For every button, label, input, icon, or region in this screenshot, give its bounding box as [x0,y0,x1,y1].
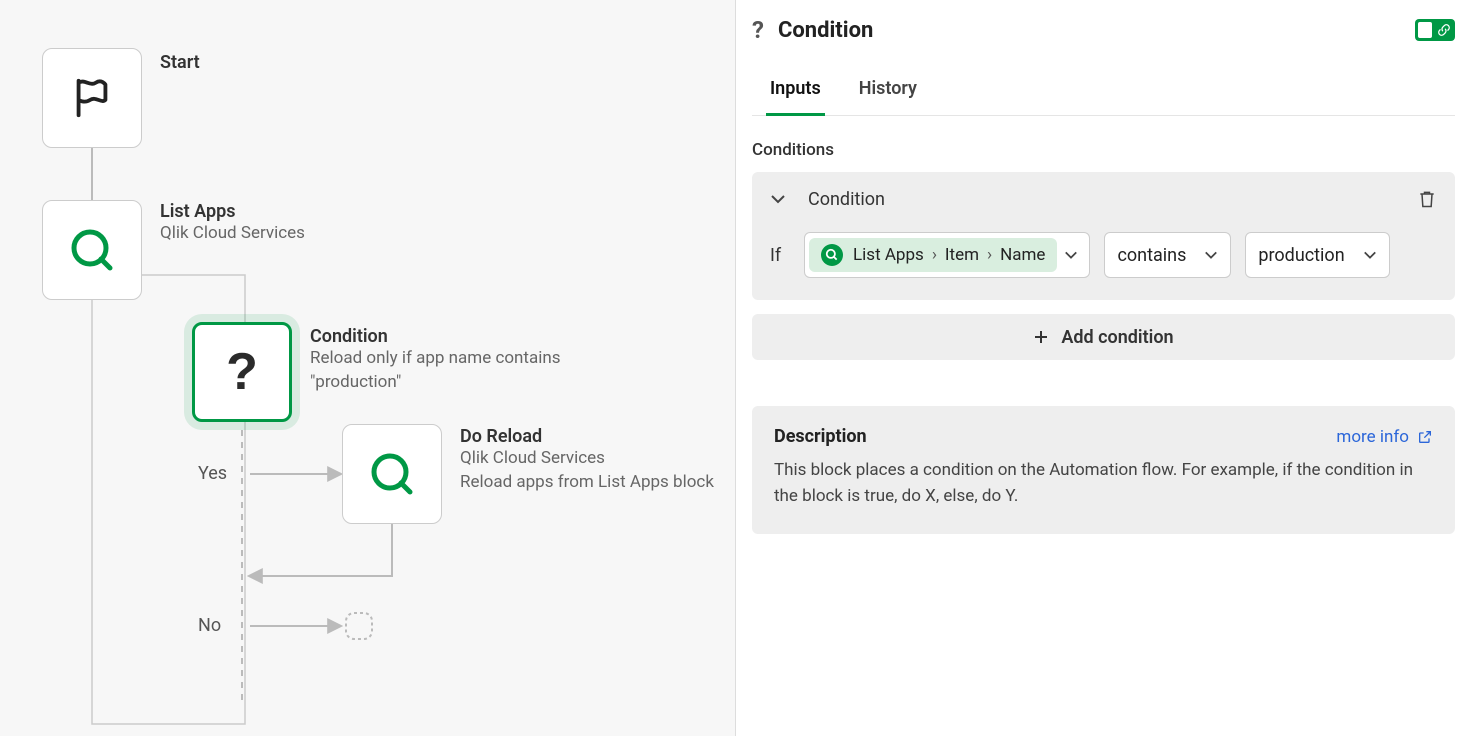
flag-icon [69,75,115,121]
plus-icon [1033,329,1049,345]
edge-yes-label: Yes [198,463,227,484]
node-condition-label: Condition Reload only if app name contai… [310,326,630,395]
field-path-crumbs: List Apps › Item › Name [853,245,1045,265]
node-start[interactable] [42,48,142,148]
node-start-label: Start [160,52,200,73]
operator-select[interactable]: contains [1104,232,1231,278]
chevron-down-icon [1204,248,1218,262]
flow-canvas[interactable]: Start List Apps Qlik Cloud Services ? Co… [0,0,735,736]
qlik-icon [68,226,116,274]
edge-no-label: No [198,615,221,636]
node-do-reload-label: Do Reload Qlik Cloud Services Reload app… [460,426,714,495]
question-icon: ? [752,16,764,44]
link-icon [1437,23,1451,37]
description-text: This block places a condition on the Aut… [774,457,1433,510]
details-panel: ? Condition Inputs History Conditions Co… [735,0,1463,736]
add-condition-button[interactable]: Add condition [752,314,1455,360]
link-toggle[interactable] [1415,19,1455,41]
condition-item-title: Condition [808,189,885,210]
chevron-down-icon [1064,248,1078,262]
qlik-badge-icon [821,244,843,266]
question-icon: ? [226,342,258,402]
node-condition[interactable]: ? [192,322,292,422]
tabs: Inputs History [752,72,1455,116]
tab-inputs[interactable]: Inputs [770,72,821,115]
value-select[interactable]: production [1245,232,1389,278]
field-path-picker[interactable]: List Apps › Item › Name [804,232,1090,278]
external-link-icon [1417,429,1433,445]
trash-icon[interactable] [1417,188,1437,210]
qlik-icon [368,450,416,498]
node-do-reload[interactable] [342,424,442,524]
condition-item: Condition If List Apps › Item › [752,172,1455,300]
tab-history[interactable]: History [859,72,917,115]
node-list-apps-label: List Apps Qlik Cloud Services [160,201,305,246]
more-info-link[interactable]: more info [1336,427,1433,447]
description-box: Description more info This block places … [752,406,1455,534]
chevron-down-icon [1363,248,1377,262]
panel-title: Condition [778,18,873,43]
node-list-apps[interactable] [42,200,142,300]
conditions-label: Conditions [752,140,1455,160]
description-title: Description [774,426,867,447]
chevron-down-icon[interactable] [770,191,786,207]
if-label: If [770,245,790,266]
